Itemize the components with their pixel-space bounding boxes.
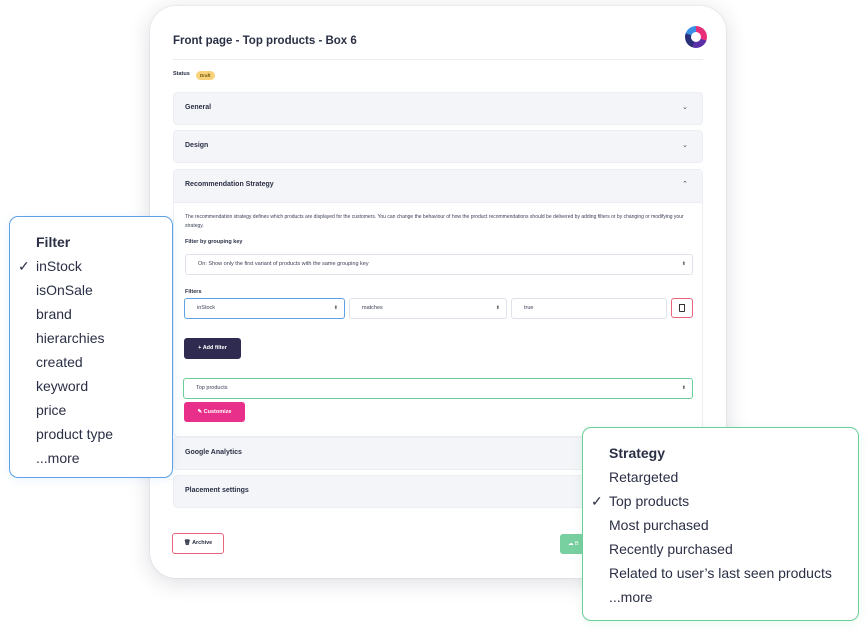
grouping-key-value: On: Show only the first variant of produ… xyxy=(198,261,369,267)
section-design[interactable]: Design ⌄ xyxy=(173,130,703,163)
filter-operator-select[interactable]: matches ⬍ xyxy=(349,298,507,319)
filter-value-text: true xyxy=(524,305,534,311)
trash-icon: 🗑 xyxy=(183,540,193,546)
cloud-icon: ☁ xyxy=(568,541,576,547)
strategy-description: The recommendation strategy defines whic… xyxy=(185,214,684,229)
checkmark-icon: ✓ xyxy=(591,493,603,509)
chevron-down-icon: ⌄ xyxy=(682,142,688,149)
filter-dropdown-popup: Filter ✓ inStock isOnSale brand hierarch… xyxy=(9,216,173,478)
select-arrows-icon: ⬍ xyxy=(681,385,686,391)
strategy-option[interactable]: Retargeted xyxy=(609,469,678,485)
select-arrows-icon: ⬍ xyxy=(333,305,338,311)
strategy-select[interactable]: Top products ⬍ xyxy=(183,378,693,399)
strategy-option[interactable]: Top products xyxy=(609,493,689,509)
section-general[interactable]: General ⌄ xyxy=(173,92,703,125)
section-placement-label: Placement settings xyxy=(185,487,249,494)
archive-button[interactable]: 🗑 Archive xyxy=(172,533,224,554)
add-filter-button[interactable]: + Add filter xyxy=(184,338,241,359)
select-arrows-icon: ⬍ xyxy=(681,261,686,267)
checkmark-icon: ✓ xyxy=(18,258,30,274)
filter-option[interactable]: keyword xyxy=(36,378,88,394)
brand-logo-icon xyxy=(685,26,707,48)
section-recommendation-header[interactable]: Recommendation Strategy ⌃ xyxy=(174,170,702,203)
filter-option[interactable]: created xyxy=(36,354,83,370)
divider xyxy=(173,59,703,60)
strategy-value: Top products xyxy=(196,385,228,391)
filter-option[interactable]: isOnSale xyxy=(36,282,93,298)
section-recommendation: Recommendation Strategy ⌃ The recommenda… xyxy=(173,169,703,437)
strategy-dropdown-popup: Strategy Retargeted ✓ Top products Most … xyxy=(582,427,859,621)
status-badge: Draft xyxy=(196,71,215,80)
section-google-analytics-label: Google Analytics xyxy=(185,449,242,456)
page-title: Front page - Top products - Box 6 xyxy=(173,35,357,47)
strategy-option[interactable]: Recently purchased xyxy=(609,541,733,557)
filter-value-input[interactable]: true xyxy=(511,298,667,319)
strategy-option[interactable]: Most purchased xyxy=(609,517,709,533)
filter-option[interactable]: inStock xyxy=(36,258,82,274)
filter-option[interactable]: product type xyxy=(36,426,113,442)
delete-filter-button[interactable] xyxy=(671,298,693,318)
section-general-label: General xyxy=(185,104,212,111)
chevron-down-icon: ⌄ xyxy=(682,104,688,111)
trash-icon xyxy=(679,304,685,312)
filter-popup-title: Filter xyxy=(36,234,71,250)
filter-option[interactable]: hierarchies xyxy=(36,330,104,346)
publish-label: B xyxy=(575,541,579,547)
filter-field-select[interactable]: inStock ⬍ xyxy=(184,298,345,319)
customize-button[interactable]: ✎ Customize xyxy=(184,402,245,422)
section-design-label: Design xyxy=(185,142,209,149)
strategy-option[interactable]: Related to user’s last seen products xyxy=(609,565,832,581)
filter-field-value: inStock xyxy=(197,305,216,311)
strategy-popup-title: Strategy xyxy=(609,445,666,461)
chevron-up-icon: ⌃ xyxy=(682,181,688,188)
status-label: Status xyxy=(173,71,190,77)
select-arrows-icon: ⬍ xyxy=(495,305,500,311)
grouping-key-select[interactable]: On: Show only the first variant of produ… xyxy=(185,254,693,275)
filter-option[interactable]: price xyxy=(36,402,66,418)
customize-label: Customize xyxy=(203,409,232,415)
grouping-key-label: Filter by grouping key xyxy=(185,239,243,245)
filter-option[interactable]: brand xyxy=(36,306,72,322)
filter-more-option[interactable]: ...more xyxy=(36,450,80,466)
filter-operator-value: matches xyxy=(362,305,383,311)
archive-label: Archive xyxy=(192,540,213,546)
section-recommendation-label: Recommendation Strategy xyxy=(185,181,274,188)
strategy-more-option[interactable]: ...more xyxy=(609,589,653,605)
filters-label: Filters xyxy=(185,289,202,295)
